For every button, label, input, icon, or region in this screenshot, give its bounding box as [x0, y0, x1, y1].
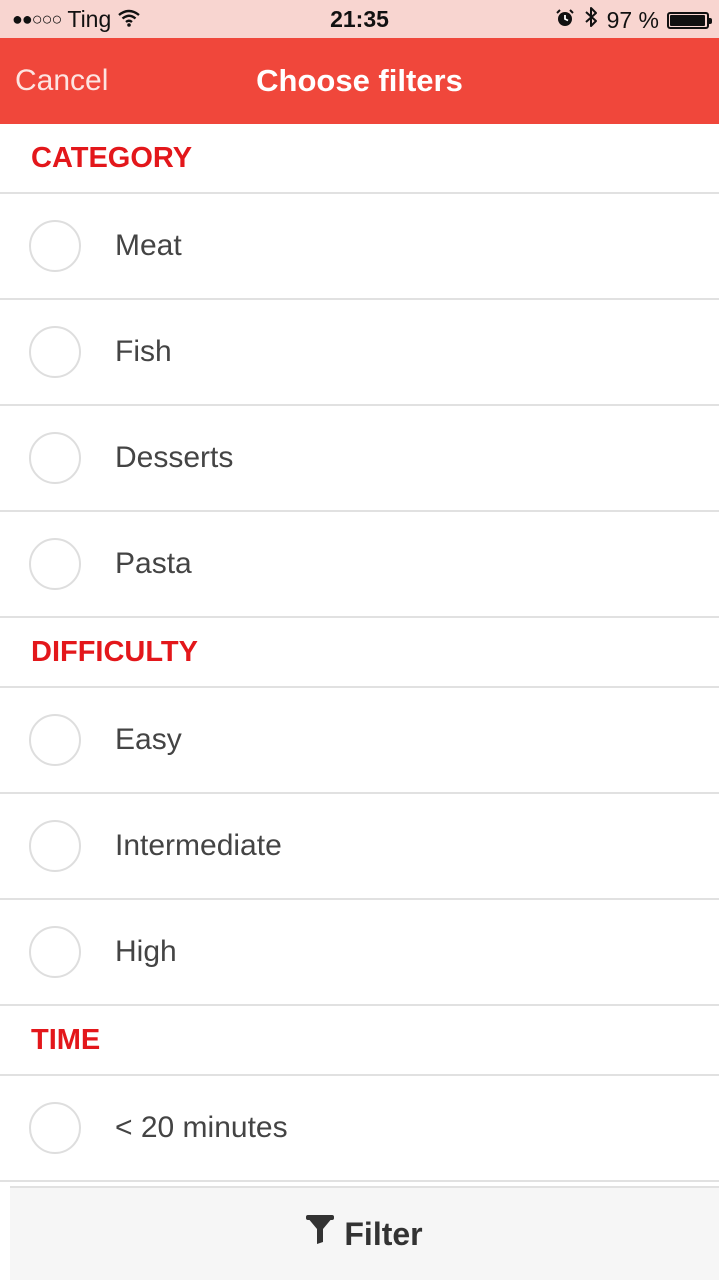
option-label: Meat [115, 229, 182, 262]
option-label: < 20 minutes [115, 1111, 288, 1144]
status-right: 97 % [555, 6, 712, 34]
section-header-category: CATEGORY [0, 124, 719, 194]
option-label: High [115, 935, 177, 968]
section-header-time: TIME [0, 1006, 719, 1076]
radio-button[interactable] [29, 220, 81, 272]
option-label: Desserts [115, 441, 234, 474]
battery-icon [667, 11, 712, 29]
option-label: Intermediate [115, 829, 282, 862]
battery-fill [670, 14, 705, 26]
filter-list: CATEGORY Meat Fish Desserts Pasta DIFFIC… [0, 124, 719, 1182]
filter-option-meat[interactable]: Meat [0, 194, 719, 300]
section-header-difficulty: DIFFICULTY [0, 618, 719, 688]
filter-option-easy[interactable]: Easy [0, 688, 719, 794]
radio-button[interactable] [29, 326, 81, 378]
option-label: Fish [115, 335, 172, 368]
filter-option-under-20-minutes[interactable]: < 20 minutes [0, 1076, 719, 1182]
filter-option-intermediate[interactable]: Intermediate [0, 794, 719, 900]
radio-button[interactable] [29, 1102, 81, 1154]
option-label: Easy [115, 723, 182, 756]
filter-button[interactable]: Filter [10, 1188, 719, 1280]
filter-option-fish[interactable]: Fish [0, 300, 719, 406]
radio-button[interactable] [29, 432, 81, 484]
funnel-icon [306, 1215, 335, 1253]
status-bar: ●●○○○ Ting 21:35 97 % [0, 0, 719, 38]
radio-button[interactable] [29, 538, 81, 590]
radio-button[interactable] [29, 714, 81, 766]
alarm-icon [555, 7, 575, 34]
filter-option-pasta[interactable]: Pasta [0, 512, 719, 618]
radio-button[interactable] [29, 926, 81, 978]
bluetooth-icon [583, 6, 599, 34]
filter-button-label: Filter [344, 1215, 423, 1252]
filter-option-high[interactable]: High [0, 900, 719, 1006]
filter-option-desserts[interactable]: Desserts [0, 406, 719, 512]
page-title: Choose filters [256, 63, 463, 98]
option-label: Pasta [115, 547, 192, 580]
battery-percent: 97 % [606, 6, 659, 33]
navigation-bar: Cancel Choose filters [0, 38, 719, 124]
bottom-toolbar: Filter [10, 1186, 719, 1280]
radio-button[interactable] [29, 820, 81, 872]
